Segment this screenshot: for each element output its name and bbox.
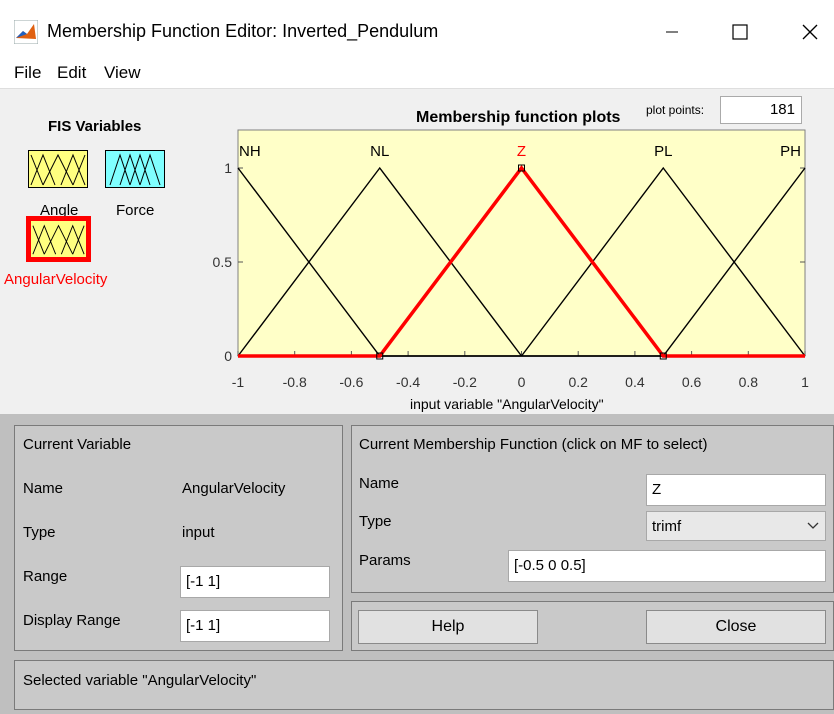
mf-label-z: Z bbox=[517, 143, 526, 160]
x-tick-label: -0.4 bbox=[396, 374, 420, 390]
help-button[interactable]: Help bbox=[358, 610, 538, 644]
variable-type-label: Type bbox=[23, 524, 56, 541]
status-text: Selected variable "AngularVelocity" bbox=[23, 672, 257, 689]
x-tick-label: 0 bbox=[518, 374, 526, 390]
mf-type-value: trimf bbox=[652, 518, 682, 535]
mf-params-input[interactable]: [-0.5 0 0.5] bbox=[508, 550, 826, 582]
mf-label-ph: PH bbox=[780, 143, 801, 160]
mf-label-nh: NH bbox=[239, 143, 261, 160]
x-tick-label: -0.6 bbox=[339, 374, 363, 390]
current-variable-title: Current Variable bbox=[23, 436, 132, 453]
status-panel: Selected variable "AngularVelocity" bbox=[14, 660, 834, 710]
display-range-input[interactable]: [-1 1] bbox=[180, 610, 330, 642]
x-tick-label: 0.8 bbox=[739, 374, 759, 390]
mf-label-pl: PL bbox=[654, 143, 672, 160]
x-axis-label: input variable "AngularVelocity" bbox=[410, 396, 604, 412]
x-tick-label: -0.8 bbox=[283, 374, 307, 390]
y-tick-label: 0.5 bbox=[213, 254, 233, 270]
variable-name-value: AngularVelocity bbox=[182, 480, 286, 497]
mf-name-label: Name bbox=[359, 475, 400, 492]
current-mf-title: Current Membership Function (click on MF… bbox=[359, 436, 708, 453]
mf-type-select[interactable]: trimf bbox=[646, 511, 826, 541]
x-tick-label: -1 bbox=[232, 374, 245, 390]
chevron-down-icon bbox=[807, 522, 819, 529]
display-range-label: Display Range bbox=[23, 612, 121, 629]
mf-name-input[interactable]: Z bbox=[646, 474, 826, 506]
x-tick-label: 1 bbox=[801, 374, 809, 390]
variable-type-value: input bbox=[182, 524, 215, 541]
x-tick-label: 0.2 bbox=[568, 374, 588, 390]
y-tick-label: 1 bbox=[224, 160, 232, 176]
x-tick-label: 0.4 bbox=[625, 374, 645, 390]
y-tick-label: 0 bbox=[224, 348, 232, 364]
membership-function-chart[interactable]: 0 0.5 1 -1 -0.8 -0.6 -0.4 -0.2 0 0.2 0.4 0.6 0.8 1 N… bbox=[0, 0, 834, 420]
x-tick-label: -0.2 bbox=[453, 374, 477, 390]
x-tick-label: 0.6 bbox=[682, 374, 702, 390]
mf-label-nl: NL bbox=[370, 143, 389, 160]
mf-params-label: Params bbox=[359, 552, 411, 569]
variable-range-label: Range bbox=[23, 568, 68, 585]
mf-type-label: Type bbox=[359, 513, 392, 530]
close-button[interactable]: Close bbox=[646, 610, 826, 644]
variable-range-input[interactable]: [-1 1] bbox=[180, 566, 330, 598]
variable-name-label: Name bbox=[23, 480, 64, 497]
